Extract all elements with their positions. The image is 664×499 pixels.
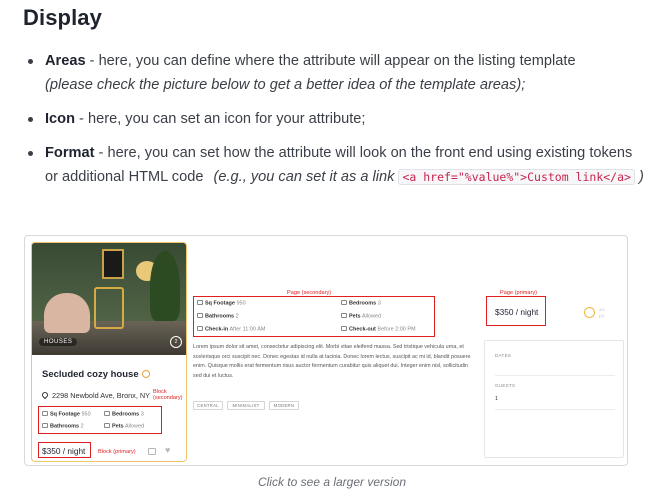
clock-icon (197, 326, 203, 331)
card-attr-pets: Pets Allowed (104, 423, 144, 430)
tag-modern[interactable]: MODERN (269, 401, 299, 410)
separator: - (94, 145, 108, 161)
category-tag: HOUSES (39, 338, 78, 346)
rating-count: (2) (599, 313, 604, 318)
icon-text: here, you can set an icon for your attri… (87, 111, 366, 127)
bath-icon (42, 423, 48, 428)
listing-description: Lorem ipsum dolor sit amet, consectetur … (193, 344, 471, 379)
page-attr-bedrooms: Bedrooms 3 (341, 300, 381, 307)
booking-panel: DATES GUESTS 1 (484, 340, 624, 458)
bullet-list: Areas - here, you can define where the a… (25, 49, 645, 201)
separator: - (75, 111, 88, 127)
photo-count-badge: 2 (170, 336, 182, 348)
separator: - (85, 53, 99, 69)
page-price: $350 / night (495, 307, 539, 317)
paw-icon (341, 313, 347, 318)
card-attr-bedrooms: Bedrooms 3 (104, 411, 144, 418)
bullet-icon: Icon - here, you can set an icon for you… (25, 107, 645, 141)
bed-icon (341, 300, 347, 305)
template-areas-figure[interactable]: HOUSES 2 Secluded cozy house 2298 Newbol… (24, 235, 628, 466)
area-icon (42, 411, 48, 416)
areas-note: (please check the picture below to get a… (45, 77, 526, 93)
term-format: Format (45, 145, 95, 161)
card-attr-bathrooms: Bathrooms 2 (42, 423, 84, 430)
term-icon: Icon (45, 111, 75, 127)
block-primary-label: Block (primary) (98, 449, 136, 455)
term-areas: Areas (45, 53, 86, 69)
compare-icon[interactable] (148, 448, 156, 455)
page-attr-checkout: Check-out Before 2:00 PM (341, 326, 416, 333)
format-note-post: ) (639, 169, 644, 185)
featured-badge-icon (142, 370, 150, 378)
rating-value: 4.0 (599, 307, 605, 312)
listing-title: Secluded cozy house (42, 369, 139, 380)
listing-card: HOUSES 2 Secluded cozy house 2298 Newbol… (31, 242, 187, 462)
page-attr-pets: Pets Allowed (341, 313, 381, 320)
format-code-example: <a href="%value%">Custom link</a> (398, 169, 635, 185)
guests-label: GUESTS (495, 383, 516, 388)
figure-caption[interactable]: Click to see a larger version (0, 475, 664, 489)
page-attr-sqft: Sq Footage 950 (197, 300, 246, 307)
listing-address: 2298 Newbold Ave, Bronx, NY (40, 390, 150, 400)
dates-label: DATES (495, 353, 512, 358)
bullet-areas: Areas - here, you can define where the a… (25, 49, 645, 107)
rating-badge-icon (584, 307, 595, 318)
clock-icon (341, 326, 347, 331)
bed-icon (104, 411, 110, 416)
location-pin-icon (40, 390, 50, 400)
heart-icon[interactable]: ♥ (165, 445, 170, 455)
block-secondary-label: Block (secondary) (153, 389, 183, 401)
page-attr-checkin: Check-in After 11:00 AM (197, 326, 265, 333)
tag-central[interactable]: CENTRAL (193, 401, 223, 410)
card-attr-sqft: Sq Footage 950 (42, 411, 91, 418)
bath-icon (197, 313, 203, 318)
guests-value[interactable]: 1 (495, 396, 498, 402)
areas-text: here, you can define where the attribute… (98, 53, 576, 69)
card-price: $350 / night (42, 446, 86, 456)
bullet-format: Format - here, you can set how the attri… (25, 141, 645, 201)
area-icon (197, 300, 203, 305)
page-attr-bathrooms: Bathrooms 2 (197, 313, 239, 320)
section-heading: Display (23, 5, 102, 30)
paw-icon (104, 423, 110, 428)
format-note-pre: (e.g., you can set it as a link (213, 169, 395, 185)
tag-minimalist[interactable]: MINIMALIST (227, 401, 265, 410)
